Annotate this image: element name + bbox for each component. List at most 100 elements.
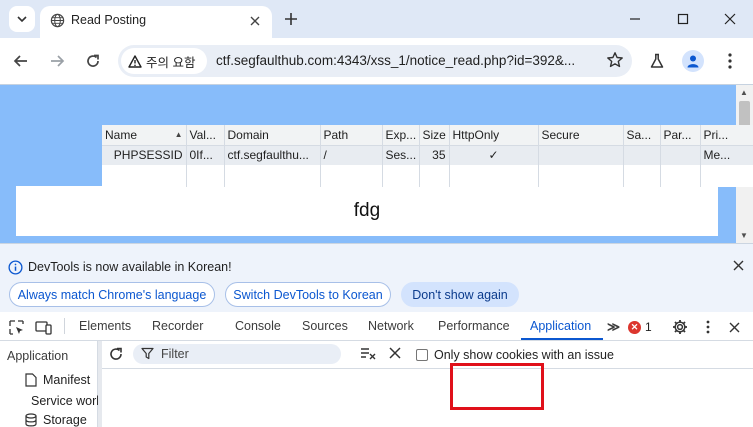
person-icon xyxy=(687,55,699,68)
column-header-partition[interactable]: Par... xyxy=(660,125,701,146)
error-counter[interactable]: ✕ 1 xyxy=(628,320,652,334)
column-header-secure[interactable]: Secure xyxy=(538,125,624,146)
language-infobar: DevTools is now available in Korean! Alw… xyxy=(0,244,753,312)
forward-button[interactable] xyxy=(46,50,68,72)
back-button[interactable] xyxy=(10,50,32,72)
devtools-panel: DevTools is now available in Korean! Alw… xyxy=(0,243,753,427)
address-bar[interactable]: 주의 요함 ctf.segfaulthub.com:4343/xss_1/not… xyxy=(118,45,632,77)
match-chrome-language-button[interactable]: Always match Chrome's language xyxy=(9,282,215,307)
only-issue-checkbox[interactable]: Only show cookies with an issue xyxy=(416,348,614,362)
filter-funnel-icon xyxy=(141,347,154,363)
active-tab-indicator xyxy=(521,338,603,340)
device-toolbar-icon[interactable] xyxy=(34,318,52,336)
bookmark-star-icon[interactable] xyxy=(606,51,624,72)
tab-performance[interactable]: Performance xyxy=(438,319,510,333)
sidebar-item-storage[interactable]: Storage xyxy=(25,413,98,427)
delete-selected-icon[interactable] xyxy=(389,347,401,362)
settings-gear-icon[interactable] xyxy=(671,318,689,336)
devtools-separator xyxy=(64,318,65,334)
refresh-icon[interactable] xyxy=(108,346,124,365)
inspect-element-icon[interactable] xyxy=(7,318,25,336)
post-title-box: fdg xyxy=(16,186,718,236)
arrow-right-icon xyxy=(51,55,65,67)
switch-to-korean-button[interactable]: Switch DevTools to Korean xyxy=(225,282,391,307)
table-row[interactable]: PHPSESSID 0If... ctf.segfaulthu... / Ses… xyxy=(102,145,753,165)
maximize-button[interactable] xyxy=(672,9,694,29)
devtools-tab-bar: Elements Recorder Console Sources Networ… xyxy=(0,312,753,341)
infobar-message: DevTools is now available in Korean! xyxy=(28,260,232,274)
checkbox-box[interactable] xyxy=(416,349,428,361)
cookie-size-cell: 35 xyxy=(419,145,450,165)
globe-icon xyxy=(50,13,65,31)
column-header-httponly[interactable]: HttpOnly xyxy=(449,125,539,146)
sidebar-item-manifest[interactable]: Manifest xyxy=(25,373,98,387)
close-window-button[interactable] xyxy=(719,9,741,29)
error-count: 1 xyxy=(645,320,652,334)
tab-search-button[interactable] xyxy=(9,6,35,32)
cookie-filter-input[interactable]: Filter xyxy=(133,344,341,364)
chevron-down-icon xyxy=(17,16,27,23)
column-header-samesite[interactable]: Sa... xyxy=(623,125,661,146)
tab-sources[interactable]: Sources xyxy=(302,319,348,333)
close-devtools-icon[interactable] xyxy=(725,318,743,336)
cookies-table: Name ▲ Val... Domain Path Exp... Size Htt… xyxy=(102,125,753,187)
column-header-size[interactable]: Size xyxy=(419,125,450,146)
browser-toolbar: 주의 요함 ctf.segfaulthub.com:4343/xss_1/not… xyxy=(0,38,753,84)
sort-ascending-icon: ▲ xyxy=(174,129,183,139)
empty-row xyxy=(102,165,753,187)
sidebar-item-service-workers[interactable]: Service workers xyxy=(25,393,98,408)
column-label: Name xyxy=(105,127,138,142)
table-header-row: Name ▲ Val... Domain Path Exp... Size Htt… xyxy=(102,125,753,146)
column-header-domain[interactable]: Domain xyxy=(224,125,321,146)
security-warning-chip[interactable]: 주의 요함 xyxy=(121,48,207,74)
scroll-down-icon[interactable]: ▼ xyxy=(740,231,748,240)
profile-avatar[interactable] xyxy=(682,50,704,72)
column-header-priority[interactable]: Pri... xyxy=(700,125,753,146)
column-header-value[interactable]: Val... xyxy=(186,125,225,146)
tab-network[interactable]: Network xyxy=(368,319,414,333)
cookie-expires-cell: Ses... xyxy=(382,145,420,165)
sidebar-item-label: Service workers xyxy=(31,393,98,408)
cookie-domain-cell: ctf.segfaulthu... xyxy=(224,145,321,165)
lab-flask-icon[interactable] xyxy=(646,50,668,72)
tab-recorder[interactable]: Recorder xyxy=(152,319,203,333)
tab-console[interactable]: Console xyxy=(235,319,281,333)
application-sidebar: Application Manifest Service workers Sto… xyxy=(0,341,98,427)
close-icon xyxy=(724,13,736,25)
dont-show-again-button[interactable]: Don't show again xyxy=(401,282,519,307)
cookie-path-cell: / xyxy=(320,145,383,165)
devtools-menu-icon[interactable] xyxy=(699,318,717,336)
column-header-name[interactable]: Name ▲ xyxy=(102,125,187,146)
maximize-icon xyxy=(677,13,689,25)
cookie-secure-cell xyxy=(538,145,624,165)
cookie-value-cell: 0If... xyxy=(186,145,225,165)
error-x-icon: ✕ xyxy=(628,320,641,334)
column-header-path[interactable]: Path xyxy=(320,125,383,146)
cookie-partition-cell xyxy=(660,145,701,165)
close-infobar-icon[interactable] xyxy=(733,260,744,274)
cookie-priority-cell: Me... xyxy=(700,145,753,165)
minimize-button[interactable] xyxy=(624,9,646,29)
sidebar-item-label: Manifest xyxy=(43,373,91,387)
sidebar-item-label: Storage xyxy=(43,413,87,427)
security-warning-label: 주의 요함 xyxy=(146,55,196,70)
new-tab-button[interactable] xyxy=(280,8,302,30)
column-header-expires[interactable]: Exp... xyxy=(382,125,420,146)
clear-all-cookies-icon[interactable] xyxy=(360,347,376,364)
chrome-menu-button[interactable] xyxy=(719,50,741,72)
database-icon xyxy=(25,413,37,427)
minimize-icon xyxy=(630,18,640,20)
only-issue-label: Only show cookies with an issue xyxy=(434,348,614,362)
scroll-up-icon[interactable]: ▲ xyxy=(740,88,748,97)
cookie-name-cell: PHPSESSID xyxy=(102,145,187,165)
browser-tab[interactable]: Read Posting xyxy=(40,6,272,38)
tab-elements[interactable]: Elements xyxy=(79,319,131,333)
plus-icon xyxy=(285,13,297,25)
url-text[interactable]: ctf.segfaulthub.com:4343/xss_1/notice_re… xyxy=(216,53,596,68)
tab-application[interactable]: Application xyxy=(530,319,591,333)
tab-title: Read Posting xyxy=(71,13,147,27)
close-tab-icon[interactable] xyxy=(246,12,264,30)
more-tabs-button[interactable]: ≫ xyxy=(607,319,620,334)
kebab-menu-icon xyxy=(728,53,732,69)
reload-button[interactable] xyxy=(82,50,104,72)
